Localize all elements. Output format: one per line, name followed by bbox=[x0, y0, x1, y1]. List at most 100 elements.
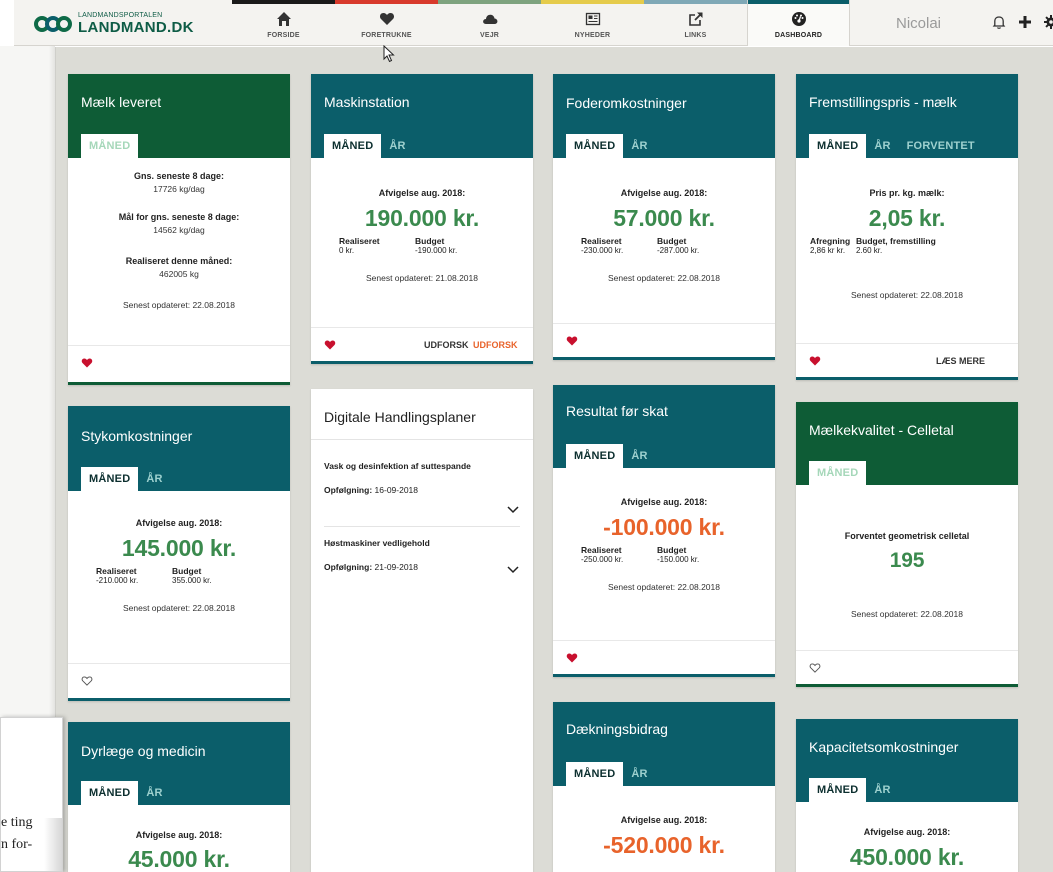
heart-icon[interactable] bbox=[809, 355, 821, 367]
tab-aar[interactable]: ÅR bbox=[866, 134, 898, 158]
card-tabs: MÅNED ÅR bbox=[566, 134, 656, 158]
dashboard: Mælk leveret MÅNED Gns. seneste 8 dage: … bbox=[55, 47, 1053, 872]
card-header: Dyrlæge og medicin MÅNED ÅR bbox=[68, 722, 290, 805]
nav-foretrukne[interactable]: FORETRUKNE bbox=[335, 0, 438, 46]
chevron-down-icon[interactable] bbox=[507, 566, 519, 574]
tab-aar[interactable]: ÅR bbox=[138, 781, 170, 805]
tab-maaned[interactable]: MÅNED bbox=[809, 461, 867, 485]
tab-maaned[interactable]: MÅNED bbox=[566, 444, 624, 468]
card-body: Afvigelse aug. 2018: -100.000 kr. Realis… bbox=[553, 468, 775, 640]
tab-forventet[interactable]: FORVENTET bbox=[899, 134, 983, 158]
deviation-label: Afvigelse aug. 2018: bbox=[378, 188, 466, 198]
tab-aar[interactable]: ÅR bbox=[623, 762, 655, 786]
gear-icon[interactable] bbox=[1043, 14, 1053, 30]
card-maskinstation: Maskinstation MÅNED ÅR Afvigelse aug. 20… bbox=[311, 74, 533, 364]
deviation-label: Afvigelse aug. 2018: bbox=[620, 497, 708, 507]
nav-links[interactable]: LINKS bbox=[644, 0, 747, 46]
action-plan-item[interactable]: Høstmaskiner vedligehold Opfølgning: 21-… bbox=[311, 527, 533, 597]
heart-outline-icon[interactable] bbox=[809, 662, 821, 674]
card-body: Afvigelse aug. 2018: -520.000 kr. bbox=[553, 786, 775, 859]
heart-icon[interactable] bbox=[81, 357, 93, 369]
heart-icon bbox=[379, 13, 394, 25]
dashboard-icon bbox=[791, 12, 806, 26]
heart-icon[interactable] bbox=[324, 339, 336, 351]
budget-value: -150.000 kr. bbox=[657, 555, 700, 564]
nav-vejr[interactable]: VEJR bbox=[438, 0, 541, 46]
card-tabs: MÅNED bbox=[81, 134, 139, 158]
nav-label: FORETRUKNE bbox=[361, 32, 412, 39]
budget-label: Budget bbox=[172, 566, 202, 576]
nav-dashboard[interactable]: DASHBOARD bbox=[747, 0, 850, 46]
tab-maaned[interactable]: MÅNED bbox=[809, 778, 867, 802]
metric-label: Mål for gns. seneste 8 dage: bbox=[118, 212, 240, 222]
realised-budget: Realiseret -210.000 kr. Budget 355.000 kr. bbox=[68, 566, 290, 585]
tab-maaned[interactable]: MÅNED bbox=[324, 134, 382, 158]
tab-maaned[interactable]: MÅNED bbox=[81, 467, 139, 491]
card-maelk-leveret: Mælk leveret MÅNED Gns. seneste 8 dage: … bbox=[68, 74, 290, 385]
heart-outline-icon[interactable] bbox=[81, 675, 93, 687]
tab-aar[interactable]: ÅR bbox=[138, 467, 170, 491]
chevron-down-icon[interactable] bbox=[507, 506, 519, 514]
overlay-text-line: e ting bbox=[1, 815, 33, 830]
tab-maaned[interactable]: MÅNED bbox=[81, 781, 139, 805]
nav-forside[interactable]: FORSIDE bbox=[232, 0, 335, 46]
card-kapacitetsomkostninger: Kapacitetsomkostninger MÅNED ÅR Afvigels… bbox=[796, 719, 1018, 872]
card-title: Mælkekvalitet - Celletal bbox=[809, 422, 954, 438]
tab-aar[interactable]: ÅR bbox=[381, 134, 413, 158]
realised-value: 0 kr. bbox=[339, 246, 355, 255]
logo[interactable]: LANDMANDSPORTALEN LANDMAND.DK bbox=[34, 12, 194, 35]
card-title: Dækningsbidrag bbox=[566, 721, 668, 737]
heart-icon[interactable] bbox=[566, 652, 578, 664]
cloud-icon bbox=[482, 14, 497, 24]
nav-label: FORSIDE bbox=[267, 32, 300, 39]
deviation-value: -100.000 kr. bbox=[603, 514, 725, 540]
tab-maaned[interactable]: MÅNED bbox=[81, 134, 139, 158]
follow-up: Opfølgning: 21-09-2018 bbox=[324, 562, 419, 572]
card-tabs: MÅNED ÅR bbox=[566, 762, 656, 786]
card-fremstillingspris-maelk: Fremstillingspris - mælk MÅNED ÅR FORVEN… bbox=[796, 74, 1018, 380]
tab-maaned[interactable]: MÅNED bbox=[566, 134, 624, 158]
action-plan-title: Høstmaskiner vedligehold bbox=[324, 538, 430, 548]
read-more-link[interactable]: LÆS MERE bbox=[936, 356, 985, 366]
tab-aar[interactable]: ÅR bbox=[623, 444, 655, 468]
action-plan-item[interactable]: Vask og desinfektion af suttespande Opfø… bbox=[311, 440, 533, 526]
budget-value: -287.000 kr. bbox=[657, 246, 700, 255]
user-name[interactable]: Nicolai bbox=[896, 15, 941, 32]
realised-budget: Realiseret -230.000 kr. Budget -287.000 kr… bbox=[553, 236, 775, 255]
overlay-document-fragment: e ting n for- bbox=[0, 717, 63, 872]
deviation-label: Afvigelse aug. 2018: bbox=[135, 830, 223, 840]
heart-icon[interactable] bbox=[566, 335, 578, 347]
deviation-value: 57.000 kr. bbox=[613, 205, 715, 231]
deviation-label: Afvigelse aug. 2018: bbox=[620, 188, 708, 198]
deviation-label: Afvigelse aug. 2018: bbox=[863, 827, 951, 837]
nav-label: LINKS bbox=[684, 32, 707, 39]
tab-aar[interactable]: ÅR bbox=[866, 778, 898, 802]
updated-text: Senest opdateret: 22.08.2018 bbox=[850, 290, 963, 300]
nav-nyheder[interactable]: NYHEDER bbox=[541, 0, 644, 46]
plus-icon[interactable] bbox=[1017, 14, 1033, 30]
card-title: Stykomkostninger bbox=[81, 428, 193, 444]
deviation-value: 450.000 kr. bbox=[849, 844, 965, 870]
card-body: Pris pr. kg. mælk: 2,05 kr. Afregning 2,8… bbox=[796, 158, 1018, 343]
card-title: Foderomkostninger bbox=[566, 95, 687, 111]
udforsk-link[interactable]: UDFORSK bbox=[424, 340, 469, 350]
card-title: Mælk leveret bbox=[81, 94, 162, 110]
udforsk-link-highlight[interactable]: UDFORSK bbox=[473, 340, 518, 350]
updated-text: Senest opdateret: 22.08.2018 bbox=[122, 300, 235, 310]
tab-maaned[interactable]: MÅNED bbox=[809, 134, 867, 158]
budget-label: Budget bbox=[657, 236, 687, 246]
deviation-label: Afvigelse aug. 2018: bbox=[135, 518, 223, 528]
logo-rings-icon bbox=[34, 14, 74, 34]
bell-icon[interactable] bbox=[991, 14, 1007, 30]
tab-maaned[interactable]: MÅNED bbox=[566, 762, 624, 786]
metric-label: Gns. seneste 8 dage: bbox=[133, 171, 225, 181]
card-body: Afvigelse aug. 2018: 145.000 kr. Realise… bbox=[68, 491, 290, 663]
settlement-budget: Afregning 2,86 kr kr. Budget, fremstillin… bbox=[796, 236, 1018, 255]
budget-value: 355.000 kr. bbox=[172, 576, 212, 585]
deviation-value: 45.000 kr. bbox=[128, 846, 230, 872]
deviation-value: 145.000 kr. bbox=[121, 535, 237, 561]
metric-value: 17726 kg/dag bbox=[153, 184, 205, 194]
tab-aar[interactable]: ÅR bbox=[623, 134, 655, 158]
budget-value: 2.60 kr. bbox=[856, 246, 883, 255]
realised-budget: Realiseret -250.000 kr. Budget -150.000 kr… bbox=[553, 545, 775, 564]
